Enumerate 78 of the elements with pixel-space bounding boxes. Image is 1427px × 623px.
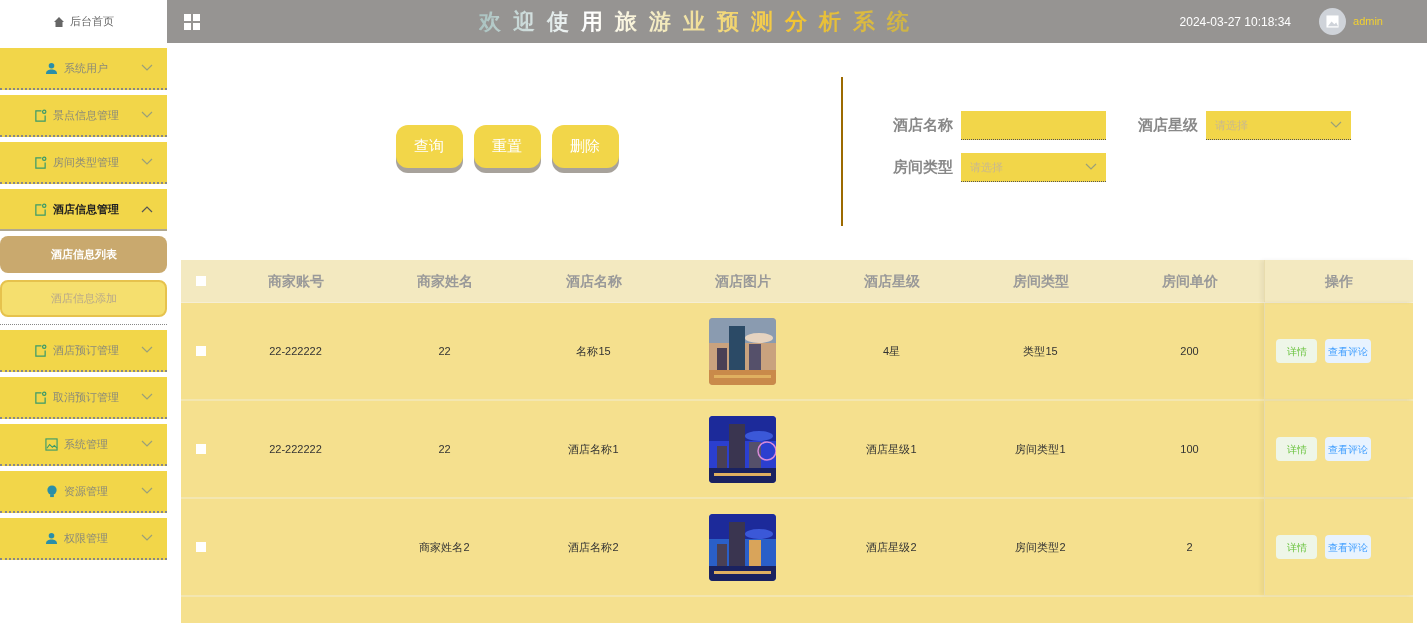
image-icon — [1326, 15, 1340, 28]
table-cell-text: 房间类型2 — [1015, 539, 1066, 555]
grid-menu-icon[interactable] — [184, 13, 200, 30]
chevron-down-icon — [141, 534, 153, 542]
view-comments-button[interactable]: 查看评论 — [1325, 535, 1371, 559]
chevron-down-icon — [141, 346, 153, 354]
chevron-down-icon — [141, 440, 153, 448]
table-cell-text: 酒店星级2 — [866, 539, 917, 555]
select-field[interactable]: 请选择 — [1206, 111, 1351, 140]
checkbox[interactable] — [196, 276, 206, 286]
menu-item[interactable]: 权限管理 — [0, 518, 167, 560]
table-cell-text: 房间类型1 — [1015, 441, 1066, 457]
table-cell-text: 22 — [438, 343, 451, 359]
bulb-icon — [45, 484, 58, 498]
user-icon — [45, 531, 58, 545]
home-link[interactable]: 后台首页 — [0, 0, 167, 43]
column-header: 商家账号 — [267, 271, 324, 291]
details-button[interactable]: 详情 — [1276, 535, 1317, 559]
table-cell-text: 酒店名称2 — [568, 539, 619, 555]
details-button[interactable]: 详情 — [1276, 437, 1317, 461]
user-icon — [45, 61, 58, 75]
table-cell-text: 酒店星级1 — [866, 441, 917, 457]
input-field[interactable] — [961, 111, 1106, 140]
chevron-down-icon — [141, 111, 153, 119]
menu-item[interactable]: 系统管理 — [0, 424, 167, 466]
clipboard-icon — [34, 202, 47, 216]
checkbox[interactable] — [196, 346, 206, 356]
column-header: 酒店星级 — [863, 271, 920, 291]
select-field[interactable]: 请选择 — [961, 153, 1106, 182]
column-header: 酒店图片 — [714, 271, 771, 291]
menu-item[interactable]: 酒店预订管理 — [0, 330, 167, 372]
clipboard-icon — [34, 343, 47, 357]
column-header: 操作 — [1325, 271, 1353, 291]
chevron-down-icon — [141, 393, 153, 401]
table-cell-text: 200 — [1180, 343, 1199, 359]
details-button[interactable]: 详情 — [1276, 339, 1317, 363]
view-comments-button[interactable]: 查看评论 — [1325, 339, 1371, 363]
username[interactable]: admin — [1353, 13, 1383, 30]
filter-label: 酒店星级 — [1138, 115, 1198, 136]
view-comments-button[interactable]: 查看评论 — [1325, 437, 1371, 461]
menu-item[interactable]: 房间类型管理 — [0, 142, 167, 184]
menu-item[interactable]: 资源管理 — [0, 471, 167, 513]
avatar[interactable] — [1319, 8, 1347, 35]
table-cell-text: 2 — [1186, 539, 1193, 555]
chevron-up-icon — [141, 205, 153, 213]
filter-label: 房间类型 — [893, 157, 953, 178]
chevron-down-icon — [141, 64, 153, 72]
home-icon — [53, 16, 64, 27]
checkbox[interactable] — [196, 444, 206, 454]
chevron-down-icon — [141, 487, 153, 495]
table-cell-text: 100 — [1180, 441, 1199, 457]
column-header: 房间单价 — [1161, 271, 1218, 291]
chevron-down-icon — [1085, 163, 1097, 171]
column-header: 房间类型 — [1012, 271, 1069, 291]
table-cell-text: 22 — [438, 441, 451, 457]
clipboard-icon — [34, 155, 47, 169]
menu-item[interactable]: 景点信息管理 — [0, 95, 167, 137]
filter-label: 酒店名称 — [893, 115, 953, 136]
clipboard-icon — [34, 390, 47, 404]
image-icon — [45, 437, 58, 451]
menu-item[interactable]: 酒店信息管理 — [0, 189, 167, 231]
column-header: 商家姓名 — [416, 271, 473, 291]
table-cell-text: 商家姓名2 — [419, 539, 470, 555]
chevron-down-icon — [1330, 121, 1342, 129]
chevron-down-icon — [141, 158, 153, 166]
table-cell-text: 4星 — [882, 343, 901, 359]
submenu-item[interactable]: 酒店信息列表 — [0, 236, 167, 273]
table-cell-text: 酒店名称1 — [568, 441, 619, 457]
table-cell-text: 22-222222 — [269, 343, 322, 359]
table-cell-text: 名称15 — [576, 343, 611, 359]
datetime: 2024-03-27 10:18:34 — [1179, 13, 1292, 31]
column-header: 酒店名称 — [565, 271, 622, 291]
menu-item[interactable]: 系统用户 — [0, 48, 167, 90]
table-cell-text: 22-222222 — [269, 441, 322, 457]
menu-item[interactable]: 取消预订管理 — [0, 377, 167, 419]
clipboard-icon — [34, 108, 47, 122]
table-cell-text: 类型15 — [1023, 343, 1058, 359]
checkbox[interactable] — [196, 542, 206, 552]
